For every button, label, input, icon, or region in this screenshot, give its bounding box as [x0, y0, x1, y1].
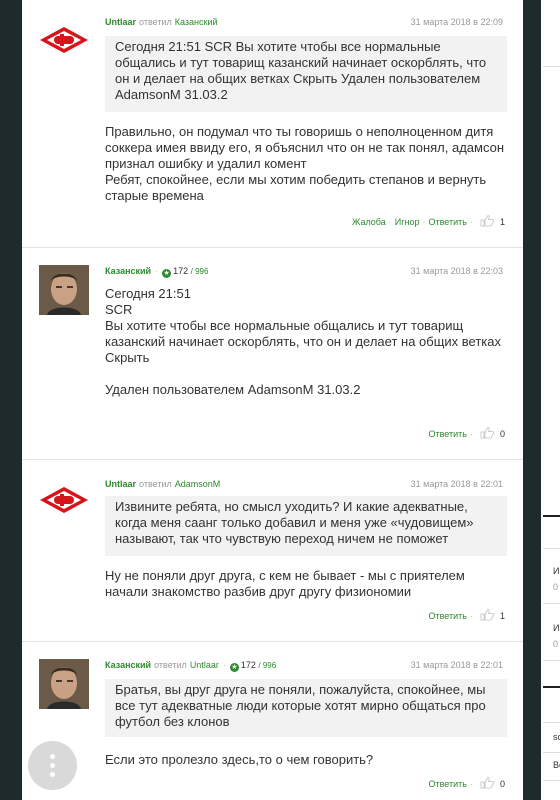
- sidebar-item-text[interactable]: И: [553, 623, 559, 633]
- comment-date: 31 марта 2018 в 22:03: [410, 266, 503, 276]
- author-name[interactable]: Untlaar: [105, 17, 136, 27]
- author-name[interactable]: Казанский: [105, 266, 151, 276]
- comment-actions: Ответить · 0: [428, 777, 505, 789]
- thumb-up-icon[interactable]: [480, 427, 494, 439]
- rating-value: 172: [240, 660, 256, 670]
- reply-link[interactable]: Ответить: [429, 217, 467, 227]
- reply-link[interactable]: Ответить: [429, 429, 467, 439]
- thumb-up-icon[interactable]: [480, 777, 494, 789]
- like-count: 1: [499, 611, 505, 621]
- spartak-logo-icon: [40, 27, 88, 53]
- rating-max: / 996: [258, 661, 277, 670]
- user-photo-icon: [39, 659, 89, 709]
- rating-value: 172: [173, 266, 189, 276]
- reply-link[interactable]: Ответить: [429, 779, 467, 789]
- comment-3: Untlaar ответил AdamsonM 31 марта 2018 в 2…: [22, 460, 523, 642]
- rating-star-icon: ★: [162, 269, 172, 278]
- comment-header: Казанский ответил Untlaar · ★ 172 / 996 31 ма…: [105, 660, 503, 672]
- user-photo-icon: [39, 265, 89, 315]
- comment-2: Казанский · ★ 172 / 996 31 марта 2018 в 22:…: [22, 248, 523, 460]
- quoted-comment: Сегодня 21:51 SCR Вы хотите чтобы все но…: [105, 36, 507, 112]
- reply-to-name[interactable]: Казанский: [175, 17, 218, 27]
- comment-header: Казанский · ★ 172 / 996 31 марта 2018 в 22:…: [105, 266, 503, 278]
- comment-header: Untlaar ответил AdamsonM 31 марта 2018 в 2…: [105, 477, 503, 491]
- avatar[interactable]: [39, 25, 89, 75]
- comment-1: Untlaar ответил Казанский 31 марта 2018 в …: [22, 0, 523, 248]
- comment-text: Сегодня 21:51 SCR Вы хотите чтобы все но…: [105, 286, 502, 397]
- more-options-button[interactable]: [28, 741, 77, 790]
- sidebar-item-text: 0: [553, 582, 559, 592]
- comment-actions: Ответить · 1: [428, 609, 505, 621]
- reply-to-name[interactable]: Untlaar: [190, 660, 219, 670]
- comment-actions: Ответить · 0: [428, 427, 505, 439]
- right-sidebar: И 0 И 0 sc Ве: [541, 0, 560, 800]
- ignore-link[interactable]: Игнор: [395, 217, 420, 227]
- comment-text: Правильно, он подумал что ты говоришь о …: [105, 124, 505, 203]
- comment-date: 31 марта 2018 в 22:09: [410, 17, 503, 27]
- avatar[interactable]: [39, 265, 89, 315]
- like-count: 0: [499, 779, 505, 789]
- like-count: 0: [499, 429, 505, 439]
- replied-label: ответил: [139, 17, 172, 27]
- avatar[interactable]: [39, 485, 89, 535]
- comment-text: Ну не поняли друг друга, с кем не бывает…: [105, 568, 465, 599]
- comment-date: 31 марта 2018 в 22:01: [410, 660, 503, 670]
- comment-text: Если это пролезло здесь,то о чем говорит…: [105, 752, 374, 767]
- sidebar-item-text[interactable]: Ве: [553, 760, 560, 770]
- sidebar-item-text[interactable]: И: [553, 566, 559, 576]
- user-rating: ★ 172 / 996: [162, 266, 209, 278]
- replied-label: ответил: [154, 660, 187, 670]
- comment-header: Untlaar ответил Казанский 31 марта 2018 в …: [105, 15, 503, 29]
- quoted-comment: Извините ребята, но смысл уходить? И как…: [105, 496, 507, 556]
- author-name[interactable]: Казанский: [105, 660, 151, 670]
- spartak-logo-icon: [40, 487, 88, 513]
- comment-date: 31 марта 2018 в 22:01: [410, 479, 503, 489]
- user-rating: ★ 172 / 996: [229, 660, 277, 672]
- comments-feed: Untlaar ответил Казанский 31 марта 2018 в …: [22, 0, 523, 800]
- replied-label: ответил: [139, 479, 172, 489]
- reply-link[interactable]: Ответить: [429, 611, 467, 621]
- quoted-comment: Братья, вы друг друга не поняли, пожалуй…: [105, 679, 507, 737]
- reply-to-name[interactable]: AdamsonM: [175, 479, 221, 489]
- comment-4: Казанский ответил Untlaar · ★ 172 / 996 31 ма…: [22, 642, 523, 800]
- complain-link[interactable]: Жалоба: [352, 217, 386, 227]
- avatar[interactable]: [39, 659, 89, 709]
- rating-star-icon: ★: [229, 663, 239, 672]
- comment-actions: Жалоба · Игнор · Ответить · 1: [352, 215, 505, 227]
- like-count: 1: [499, 217, 505, 227]
- author-name[interactable]: Untlaar: [105, 479, 136, 489]
- rating-max: / 996: [190, 267, 209, 276]
- sidebar-item-text[interactable]: sc: [553, 732, 560, 742]
- thumb-up-icon[interactable]: [480, 215, 494, 227]
- thumb-up-icon[interactable]: [480, 609, 494, 621]
- sidebar-item-text: 0: [553, 639, 559, 649]
